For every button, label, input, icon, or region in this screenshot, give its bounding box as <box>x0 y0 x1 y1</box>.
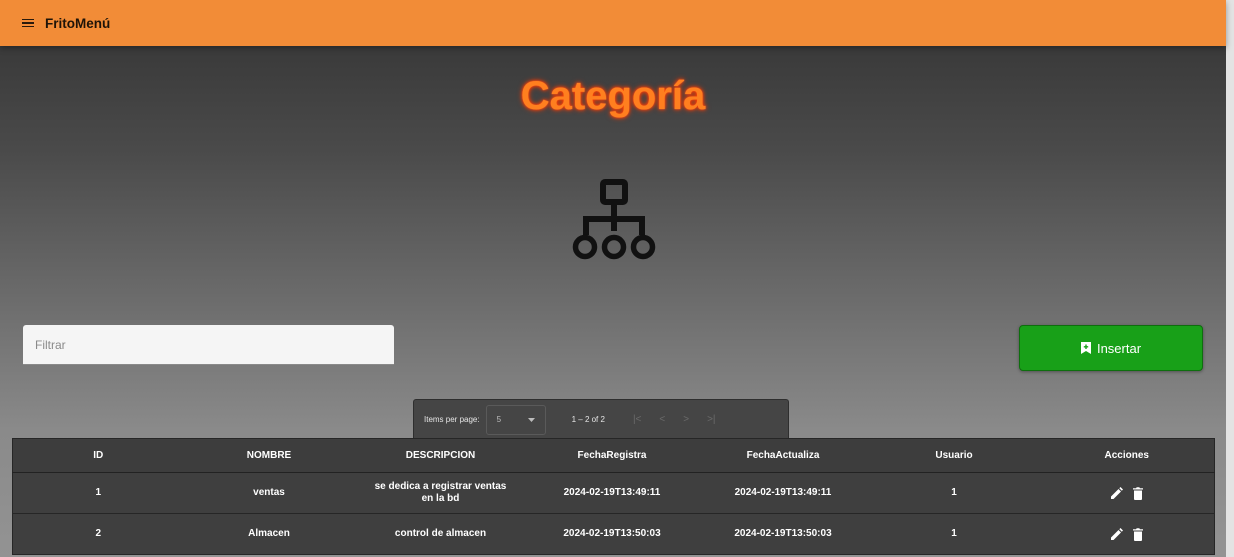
column-header-fecha-actualiza[interactable]: FechaActualiza <box>697 438 869 473</box>
sitemap-icon <box>572 179 656 260</box>
delete-icon[interactable] <box>1132 486 1143 500</box>
items-per-page-label: Items per page: <box>424 415 480 424</box>
top-toolbar: FritoMenú <box>0 0 1226 46</box>
first-page-icon[interactable]: |< <box>633 414 641 425</box>
table-header-row: ID NOMBRE DESCRIPCION FechaRegistra Fech… <box>12 438 1215 473</box>
bookmark-icon <box>1080 342 1091 354</box>
previous-page-icon[interactable]: < <box>659 414 665 425</box>
column-header-id[interactable]: ID <box>12 438 184 473</box>
filter-field[interactable] <box>23 325 394 365</box>
column-header-nombre[interactable]: NOMBRE <box>183 438 355 473</box>
cell-usuario: 1 <box>868 472 1040 514</box>
table-row: 1 ventas se dedica a registrar ventas en… <box>12 472 1215 514</box>
cell-id: 1 <box>12 472 184 514</box>
cell-nombre: ventas <box>183 472 355 514</box>
cell-descripcion: se dedica a registrar ventas en la bd <box>354 472 527 514</box>
cell-fecha-actualiza: 2024-02-19T13:49:11 <box>697 472 869 514</box>
cell-descripcion: control de almacen <box>354 513 527 555</box>
page-navigation: |< < > >| <box>633 414 716 425</box>
column-header-acciones: Acciones <box>1039 438 1215 473</box>
last-page-icon[interactable]: >| <box>707 414 715 425</box>
paginator: Items per page: 5 1 – 2 of 2 |< < > >| <box>413 399 789 439</box>
cell-usuario: 1 <box>868 513 1040 555</box>
menu-icon[interactable] <box>22 18 34 28</box>
scrollbar-thumb[interactable] <box>1226 0 1234 557</box>
cell-fecha-registra: 2024-02-19T13:50:03 <box>526 513 698 555</box>
edit-icon[interactable] <box>1110 487 1123 499</box>
delete-icon[interactable] <box>1132 527 1143 541</box>
cell-acciones <box>1039 513 1215 555</box>
edit-icon[interactable] <box>1110 528 1123 540</box>
page-range-label: 1 – 2 of 2 <box>571 415 605 424</box>
categories-table: ID NOMBRE DESCRIPCION FechaRegistra Fech… <box>12 438 1215 555</box>
cell-nombre: Almacen <box>183 513 355 555</box>
next-page-icon[interactable]: > <box>683 414 689 425</box>
column-header-fecha-registra[interactable]: FechaRegistra <box>526 438 698 473</box>
insert-button[interactable]: Insertar <box>1019 325 1203 371</box>
app-title: FritoMenú <box>45 15 111 31</box>
filter-input[interactable] <box>23 325 394 364</box>
column-header-usuario[interactable]: Usuario <box>868 438 1040 473</box>
cell-fecha-actualiza: 2024-02-19T13:50:03 <box>697 513 869 555</box>
dropdown-arrow-icon <box>527 417 535 422</box>
table-row: 2 Almacen control de almacen 2024-02-19T… <box>12 513 1215 555</box>
column-header-descripcion[interactable]: DESCRIPCION <box>354 438 527 473</box>
cell-id: 2 <box>12 513 184 555</box>
page-title: Categoría <box>520 74 706 118</box>
page-size-select[interactable]: 5 <box>485 404 546 435</box>
insert-button-label: Insertar <box>1096 340 1142 356</box>
page-size-value: 5 <box>496 415 502 424</box>
cell-acciones <box>1039 472 1215 514</box>
cell-fecha-registra: 2024-02-19T13:49:11 <box>526 472 698 514</box>
